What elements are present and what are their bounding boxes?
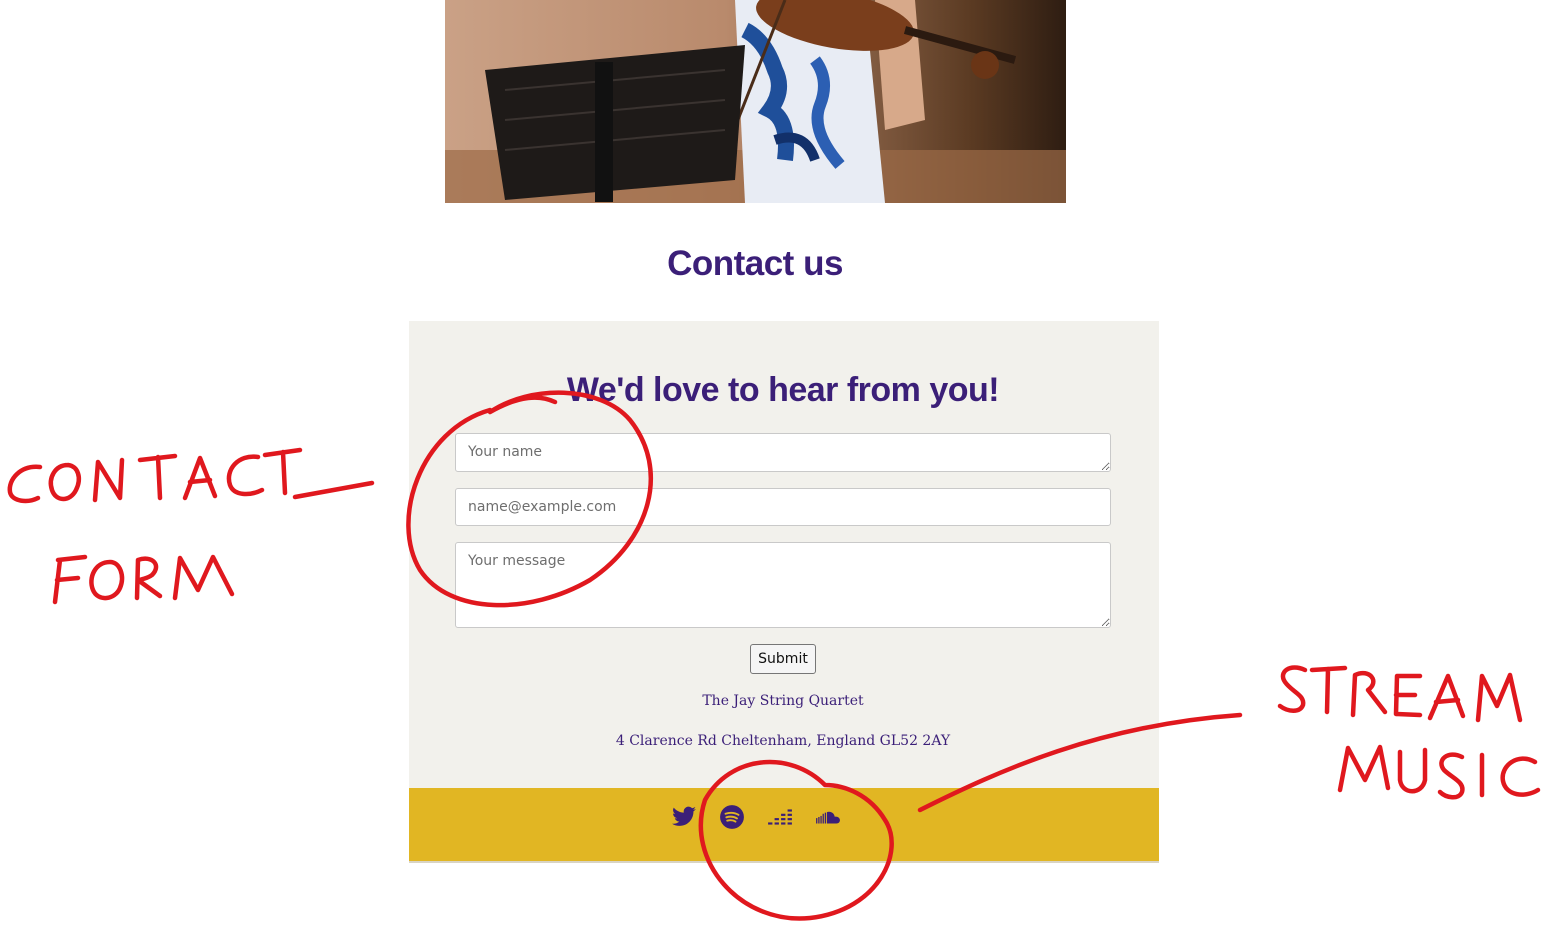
email-field[interactable] [455, 488, 1111, 526]
violinist-photo [445, 0, 1066, 203]
social-icons [671, 804, 841, 830]
organization-name: The Jay String Quartet [702, 693, 864, 709]
footer-social-bar [409, 788, 1159, 863]
address-text: 4 Clarence Rd Cheltenham, England GL52 2… [615, 733, 951, 749]
annotation-underline [292, 480, 375, 500]
page-section-title: Contact us [667, 244, 843, 283]
submit-button[interactable]: Submit [750, 644, 816, 674]
deezer-icon[interactable] [767, 804, 793, 830]
contact-form-panel: We'd love to hear from you! Submit The J… [409, 321, 1159, 788]
soundcloud-icon[interactable] [815, 804, 841, 830]
form-heading: We'd love to hear from you! [566, 371, 1000, 409]
twitter-icon[interactable] [671, 804, 697, 830]
message-field[interactable] [455, 542, 1111, 628]
name-field[interactable] [455, 433, 1111, 472]
spotify-icon[interactable] [719, 804, 745, 830]
